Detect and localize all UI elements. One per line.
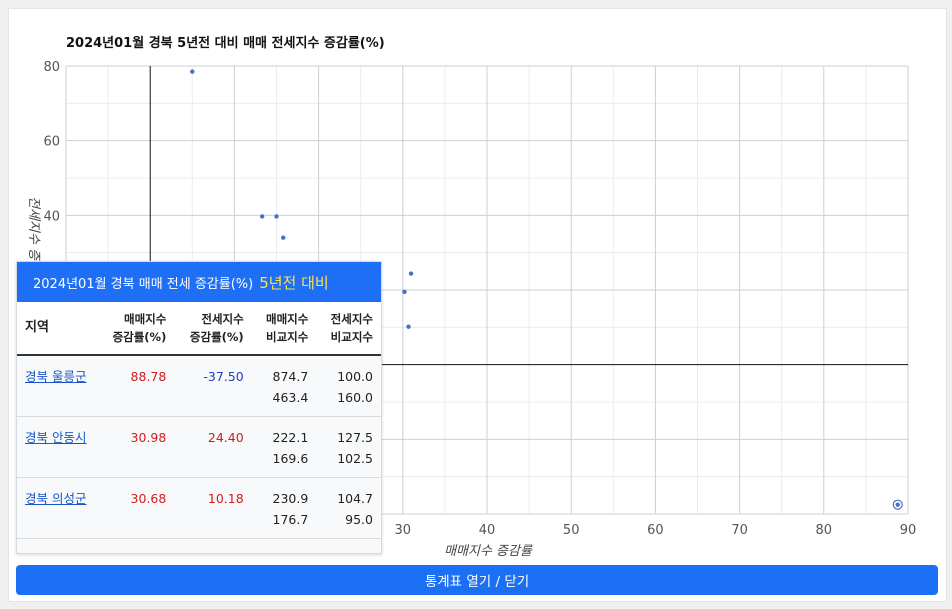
data-point <box>895 502 900 507</box>
region-link: 경북 영주 <box>17 538 97 553</box>
x-tick-label: 70 <box>731 523 748 538</box>
y-tick-label: 40 <box>43 209 60 224</box>
table-row: 경북 울릉군 88.78 -37.50 874.7 463.4 100.0 160.0 <box>17 355 381 417</box>
x-tick-label: 80 <box>816 523 833 538</box>
data-point <box>274 214 279 219</box>
table-row: 경북 의성군 30.68 10.18 230.9 176.7 104.7 95.0 <box>17 477 381 539</box>
stats-table-header-title: 2024년01월 경북 매매 전세 증감률(%) <box>33 276 254 292</box>
data-point <box>281 235 286 240</box>
table-row: 경북 안동시 30.98 24.40 222.1 169.6 127.5 102.5 <box>17 416 381 478</box>
table-header-cell: 전세지수 비교지수 <box>316 302 381 356</box>
data-point <box>402 289 407 295</box>
data-point <box>408 271 414 276</box>
jeonse-index-cell: 127.5 102.5 <box>316 416 381 478</box>
stats-table-head-row: 지역 매매지수 증감률(%) 전세지수 증감률(%) 매매지수 비교지수 전세지수 비교지수 <box>17 302 381 356</box>
sale-index-cell: 219.1168.3 <box>251 538 317 553</box>
jeonse-rate-cell: 10.18 <box>174 477 252 539</box>
region-link: 경북 울릉군 <box>17 355 97 417</box>
data-point <box>190 69 195 74</box>
table-header-cell: 전세지수 증감률(%) <box>174 302 252 356</box>
jeonse-rate-cell: -37.50 <box>174 355 252 417</box>
stats-table-panel[interactable]: 2024년01월 경북 매매 전세 증감률(%) 5년전 대비 지역 매매지수 증감… <box>16 261 382 554</box>
stats-table-header-highlight: 5년전 대비 <box>259 273 329 292</box>
region-link[interactable]: 경북 의성군 <box>25 491 86 506</box>
sale-rate-cell: 30.98 <box>97 416 175 478</box>
region-link: 경북 의성군 <box>17 477 97 539</box>
region-link[interactable]: 경북 안동시 <box>25 430 86 445</box>
jeonse-index-cell: 120.0100.4 <box>316 538 381 553</box>
region-link[interactable]: 경북 영주 <box>25 552 75 553</box>
x-tick-label: 30 <box>395 523 412 538</box>
table-row: 경북 영주 30.1719.51219.1168.3120.0100.4 <box>17 538 381 553</box>
stats-table-header: 2024년01월 경북 매매 전세 증감률(%) 5년전 대비 <box>17 262 381 302</box>
region-link[interactable]: 경북 울릉군 <box>25 369 86 384</box>
stats-table-body: 경북 울릉군 88.78 -37.50 874.7 463.4 100.0 160.0 경북 … <box>17 355 381 553</box>
sale-index-cell: 222.1 169.6 <box>251 416 317 478</box>
x-tick-label: 90 <box>900 523 917 538</box>
sale-index-cell: 230.9 176.7 <box>251 477 317 539</box>
sale-rate-cell: 88.78 <box>97 355 175 417</box>
toggle-table-button[interactable]: 통계표 열기 / 닫기 <box>16 565 938 595</box>
sale-rate-cell: 30.17 <box>97 538 175 553</box>
sale-index-cell: 874.7 463.4 <box>251 355 317 417</box>
data-point <box>259 214 265 219</box>
stats-table: 지역 매매지수 증감률(%) 전세지수 증감률(%) 매매지수 비교지수 전세지수 비교지수 경… <box>17 302 381 553</box>
x-tick-label: 50 <box>563 523 580 538</box>
data-point <box>406 324 411 329</box>
jeonse-index-cell: 100.0 160.0 <box>316 355 381 417</box>
x-tick-label: 60 <box>647 523 664 538</box>
y-tick-label: 80 <box>43 60 60 75</box>
y-tick-label: 60 <box>43 135 60 150</box>
chart-title: 2024년01월 경북 5년전 대비 매매 전세지수 증감률(%) <box>66 36 385 51</box>
jeonse-rate-cell: 24.40 <box>174 416 252 478</box>
jeonse-index-cell: 104.7 95.0 <box>316 477 381 539</box>
x-axis-label: 매매지수 증감률 <box>444 544 533 559</box>
table-header-cell: 매매지수 증감률(%) <box>97 302 175 356</box>
jeonse-rate-cell: 19.51 <box>174 538 252 553</box>
region-link: 경북 안동시 <box>17 416 97 478</box>
table-header-cell: 매매지수 비교지수 <box>251 302 317 356</box>
table-header-cell: 지역 <box>17 302 97 356</box>
x-tick-label: 40 <box>479 523 496 538</box>
sale-rate-cell: 30.68 <box>97 477 175 539</box>
